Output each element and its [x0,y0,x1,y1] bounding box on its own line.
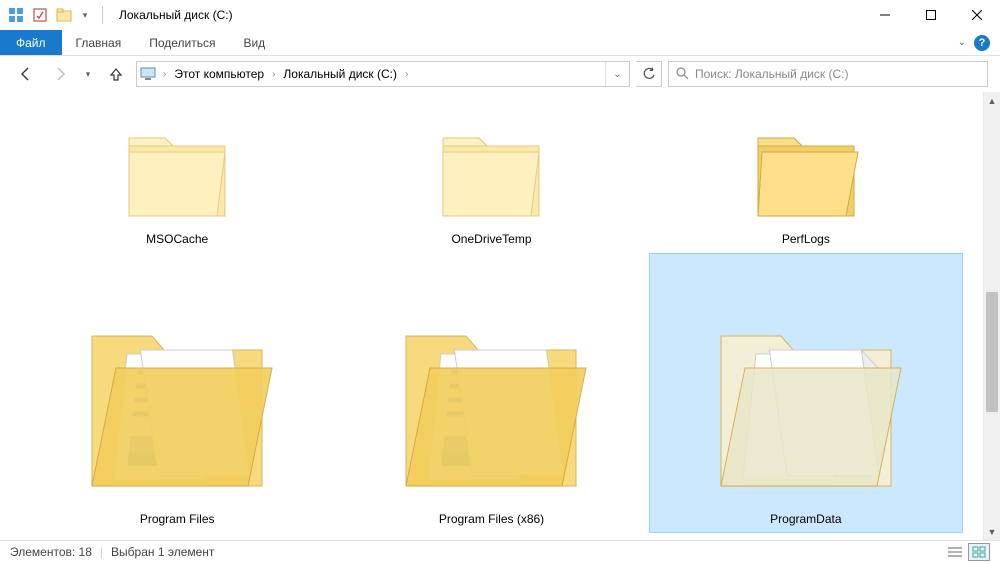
qat-properties-icon[interactable] [32,7,48,23]
computer-icon [137,67,159,81]
search-box[interactable] [668,61,988,87]
folder-label: MSOCache [146,232,208,246]
folder-icon [431,116,551,226]
folder-view[interactable]: MSOCache OneDriveTemp PerfLogs [0,92,983,540]
folder-label: OneDriveTemp [451,232,531,246]
folder-item[interactable]: MSOCache [20,98,334,253]
help-icon[interactable]: ? [974,35,990,51]
breadcrumb-sep-icon[interactable]: › [268,69,279,80]
folder-item[interactable]: Program Files (x86) [334,253,648,533]
breadcrumb-sep-icon[interactable]: › [159,69,170,80]
ribbon-tab-view[interactable]: Вид [229,30,279,55]
minimize-button[interactable] [862,0,908,30]
folder-label: PerfLogs [782,232,830,246]
folder-item[interactable]: OneDriveTemp [334,98,648,253]
ribbon-tab-home[interactable]: Главная [62,30,136,55]
folder-item[interactable]: PerfLogs [649,98,963,253]
folder-icon [746,116,866,226]
folder-icon [701,296,911,506]
breadcrumb-sep-icon[interactable]: › [401,69,412,80]
search-input[interactable] [695,67,981,81]
expand-ribbon-icon[interactable]: ⌄ [958,37,966,48]
status-selected: Выбран 1 элемент [111,545,214,559]
qat-app-icon[interactable] [8,7,24,23]
address-row: ▾ › Этот компьютер › Локальный диск (C:)… [0,56,1000,92]
address-bar[interactable]: › Этот компьютер › Локальный диск (C:) ›… [136,61,630,87]
close-button[interactable] [954,0,1000,30]
folder-label: Program Files (x86) [439,512,544,526]
status-bar: Элементов: 18 | Выбран 1 элемент [0,540,1000,562]
nav-forward-button[interactable] [46,60,74,88]
address-dropdown-icon[interactable]: ⌄ [605,62,629,86]
status-count-label: Элементов: [10,545,75,559]
nav-back-button[interactable] [12,60,40,88]
search-icon [675,66,689,83]
scroll-thumb[interactable] [986,292,998,412]
ribbon-tab-share[interactable]: Поделиться [135,30,229,55]
breadcrumb-computer[interactable]: Этот компьютер [170,67,268,81]
ribbon-tab-file[interactable]: Файл [0,30,62,55]
folder-label: ProgramData [770,512,841,526]
folder-icon [117,116,237,226]
folder-item[interactable]: ProgramData [649,253,963,533]
window-title: Локальный диск (C:) [119,8,233,22]
qat-dropdown-icon[interactable]: ▾ [80,7,90,23]
folder-label: Program Files [140,512,215,526]
maximize-button[interactable] [908,0,954,30]
view-large-icons-button[interactable] [968,543,990,561]
scroll-down-icon[interactable]: ▼ [984,523,1000,540]
qat-drive-icon [56,7,72,23]
scroll-up-icon[interactable]: ▲ [984,92,1000,109]
status-count: 18 [79,545,92,559]
nav-recent-dropdown[interactable]: ▾ [80,60,96,88]
nav-up-button[interactable] [102,60,130,88]
folder-icon [386,296,596,506]
folder-icon [72,296,282,506]
folder-item[interactable]: Program Files [20,253,334,533]
vertical-scrollbar[interactable]: ▲ ▼ [983,92,1000,540]
refresh-button[interactable] [636,61,662,87]
ribbon: Файл Главная Поделиться Вид ⌄ ? [0,30,1000,56]
view-details-button[interactable] [944,543,966,561]
title-bar: ▾ Локальный диск (C:) [0,0,1000,30]
title-divider [102,6,103,24]
breadcrumb-drive[interactable]: Локальный диск (C:) [279,67,401,81]
